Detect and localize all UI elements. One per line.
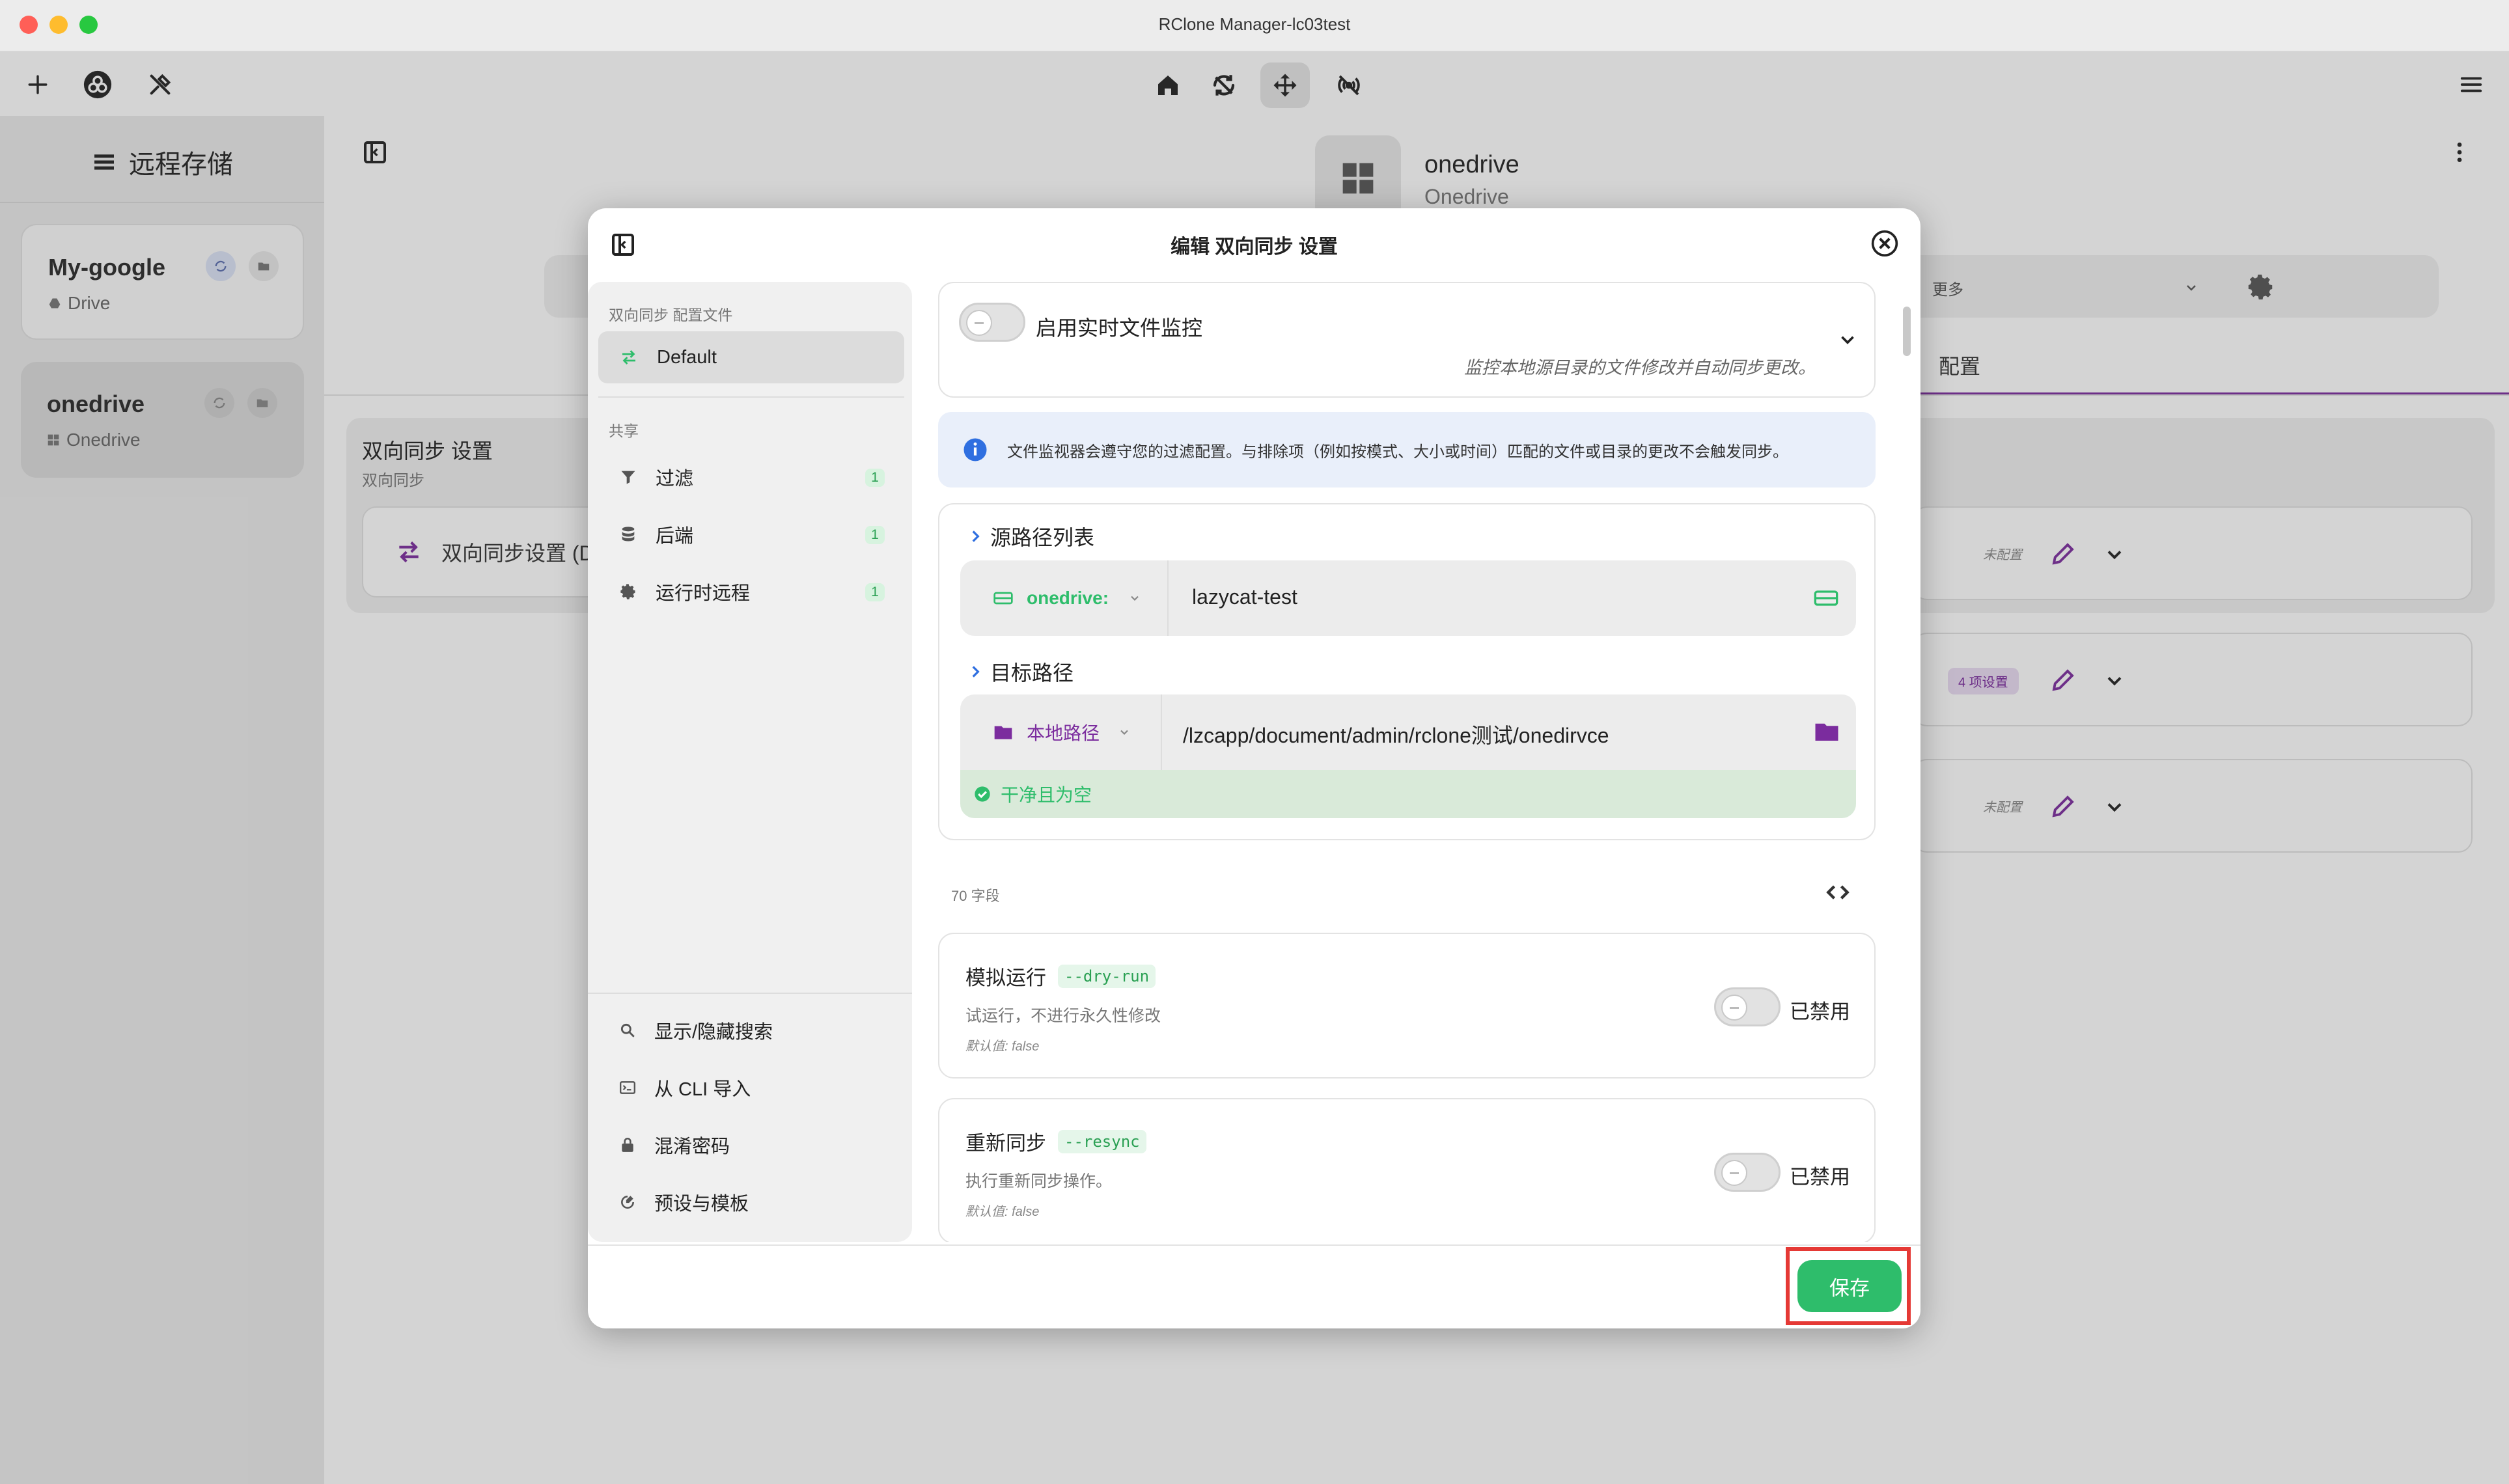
source-remote-select[interactable]: onedrive: [960,560,1169,636]
chevron-down-icon [1120,730,1128,735]
field-flag: --dry-run [1058,964,1156,988]
toggle-state: 已禁用 [1790,1000,1850,1023]
nav-item-import-cli[interactable]: 从 CLI 导入 [598,1062,904,1114]
paths-card: 源路径列表 onedrive: lazycat-test 目标路径 本地路径 /… [938,503,1876,840]
nav-item-toggle-search[interactable]: 显示/隐藏搜索 [598,1004,904,1056]
source-path-input[interactable]: lazycat-test [1192,585,1297,609]
toggle-state: 已禁用 [1790,1166,1850,1189]
gear-icon [620,584,635,599]
source-heading[interactable]: 源路径列表 [967,521,1094,551]
check-circle-icon [975,786,990,802]
database-icon [622,527,635,542]
nav-divider [588,993,912,994]
info-banner: 文件监视器会遵守您的过滤配置。与排除项（例如按模式、大小或时间）匹配的文件或目录… [938,412,1876,488]
realtime-watch-card: 启用实时文件监控 监控本地源目录的文件修改并自动同步更改。 [938,282,1876,398]
count-badge: 1 [865,526,885,544]
field-card-dry-run: 模拟运行 --dry-run 试运行，不进行永久性修改 默认值: false 已… [938,933,1876,1079]
modal-title: 编辑 双向同步 设置 [1171,236,1338,258]
field-title: 重新同步 --resync [965,1127,1146,1156]
info-icon [963,438,987,461]
nav-item-runtime-remote[interactable]: 运行时远程 1 [598,566,904,618]
target-heading[interactable]: 目标路径 [967,657,1074,687]
dry-run-toggle[interactable] [1714,987,1781,1026]
field-desc: 执行重新同步操作。 [965,1172,1113,1190]
content-scrollbar[interactable] [1903,282,1911,1242]
folder-icon[interactable] [1813,718,1840,745]
modal-sidebar: 双向同步 配置文件 Default 共享 过滤 1 后端 1 运行时远程 1 显… [588,282,912,1242]
chevron-down-icon[interactable] [1837,329,1859,351]
chevron-right-icon [972,666,980,678]
modal-content: 启用实时文件监控 监控本地源目录的文件修改并自动同步更改。 文件监视器会遵守您的… [938,282,1882,1242]
nav-item-obscure-password[interactable]: 混淆密码 [598,1119,904,1171]
profile-item-default[interactable]: Default [598,331,904,383]
profiles-heading: 双向同步 配置文件 [609,307,733,323]
lock-icon [622,1137,633,1152]
chevron-right-icon [972,530,980,542]
footer-divider [588,1244,1920,1246]
search-icon [620,1023,635,1037]
count-badge: 1 [865,583,885,601]
realtime-watch-label: 启用实时文件监控 [1036,316,1203,340]
nav-item-presets[interactable]: 预设与模板 [598,1176,904,1228]
info-text: 文件监视器会遵守您的过滤配置。与排除项（例如按模式、大小或时间）匹配的文件或目录… [1007,443,1788,461]
field-default: 默认值: false [965,1205,1040,1219]
field-default: 默认值: false [965,1039,1040,1054]
target-path-input[interactable]: /lzcapp/document/admin/rclone测试/onedirvc… [1183,719,1609,749]
field-title: 模拟运行 --dry-run [965,961,1156,991]
window-title: RClone Manager-lc03test [1158,14,1351,34]
realtime-watch-toggle[interactable] [959,303,1025,342]
drive-icon[interactable] [1813,585,1839,611]
field-desc: 试运行，不进行永久性修改 [965,1007,1161,1025]
close-icon[interactable] [1870,229,1899,258]
filter-icon [621,471,635,484]
field-card-resync: 重新同步 --resync 执行重新同步操作。 默认值: false 已禁用 [938,1098,1876,1242]
fields-count: 70 字段 [951,888,1000,904]
terminal-icon [619,1081,636,1094]
target-status: 干净且为空 [960,770,1856,818]
count-badge: 1 [865,469,885,487]
nav-item-filter[interactable]: 过滤 1 [598,451,904,503]
save-button[interactable]: 保存 [1797,1260,1902,1312]
drive-icon [993,592,1013,605]
window-titlebar: RClone Manager-lc03test [0,0,2509,52]
presets-icon [621,1196,634,1209]
realtime-watch-desc: 监控本地源目录的文件修改并自动同步更改。 [1464,358,1816,378]
code-icon[interactable] [1823,878,1852,907]
nav-item-backend[interactable]: 后端 1 [598,508,904,560]
edit-bisync-modal: 编辑 双向同步 设置 双向同步 配置文件 Default 共享 过滤 1 后端 … [588,208,1920,1328]
folder-icon [994,726,1012,739]
field-flag: --resync [1058,1129,1146,1153]
source-path-row: onedrive: lazycat-test [960,560,1856,636]
target-remote-select[interactable]: 本地路径 [960,694,1162,770]
nav-divider [598,396,904,398]
target-path-row: 本地路径 /lzcapp/document/admin/rclone测试/one… [960,694,1856,770]
shared-heading: 共享 [609,422,639,439]
chevron-down-icon [1131,596,1139,601]
swap-icon [622,350,635,364]
resync-toggle[interactable] [1714,1153,1781,1192]
